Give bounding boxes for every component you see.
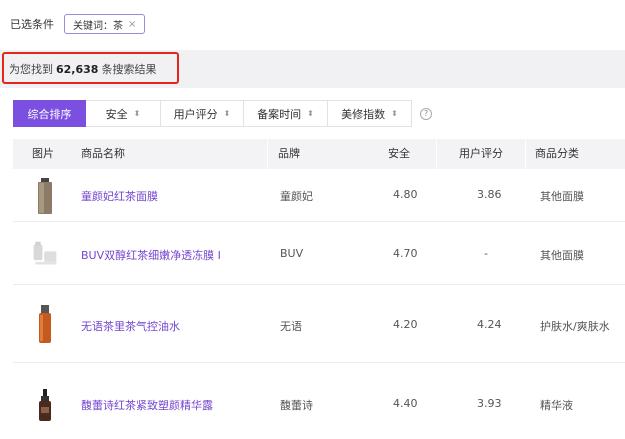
product-name-link[interactable]: BUV双醇红茶细嫩净透冻膜 I [81,247,221,263]
selected-filters: 已选条件 关键词：茶 × [10,12,146,36]
product-name-link[interactable]: 无语茶里茶气控油水 [81,318,180,334]
sort-arrows-icon: ⬍ [307,109,314,118]
sort-arrows-icon: ⬍ [391,109,398,118]
result-prefix: 为您找到 [9,63,53,76]
question-circle-icon[interactable]: ? [420,107,432,120]
product-name-link[interactable]: 馥蕾诗红茶紧致塑颜精华露 [81,397,213,413]
tab-user-rating[interactable]: 用户评分 ⬍ [161,100,244,127]
category-cell: 精华液 [540,399,573,412]
header-user-rating: 用户评分 [459,147,503,160]
bottle-icon [31,304,59,344]
safety-cell: 4.70 [393,247,418,260]
rating-cell: 3.86 [477,188,502,201]
tab-filing-time[interactable]: 备案时间 ⬍ [244,100,328,127]
header-brand: 品牌 [278,147,300,160]
product-name-link[interactable]: 童颜妃红茶面膜 [81,188,158,204]
result-suffix: 条搜索结果 [101,63,157,76]
dropper-bottle-icon [31,385,59,425]
table-header: 图片 商品名称 品牌 安全 用户评分 商品分类 [13,139,625,169]
category-cell: 护肤水/爽肤水 [540,320,610,333]
rating-cell: 4.24 [477,318,502,331]
header-category: 商品分类 [535,147,579,160]
tab-label: 安全 [105,107,128,121]
brand-cell: 无语 [280,320,302,333]
result-count: 62,638 [56,62,99,76]
table-row: BUV双醇红茶细嫩净透冻膜 I BUV 4.70 - 其他面膜 [13,222,625,285]
header-divider [436,139,437,169]
tab-label: 用户评分 [173,107,218,121]
tab-label: 综合排序 [27,107,72,121]
keyword-chip-label: 关键词：茶 [73,20,123,32]
rating-cell: - [484,247,488,260]
result-count-bar: 为您找到 62,638 条搜索结果 [0,50,625,88]
header-divider [525,139,526,169]
safety-cell: 4.80 [393,188,418,201]
selected-filters-label: 已选条件 [10,18,54,31]
brand-cell: 童颜妃 [280,190,313,203]
tab-comprehensive-sort[interactable]: 综合排序 [13,100,86,127]
header-product-name: 商品名称 [81,147,125,160]
sort-tabs: 综合排序 安全 ⬍ 用户评分 ⬍ 备案时间 ⬍ 美修指数 ⬍ ? [13,100,432,127]
header-divider [267,139,268,169]
table-row: 无语茶里茶气控油水 无语 4.20 4.24 护肤水/爽肤水 [13,285,625,363]
sort-arrows-icon: ⬍ [133,109,141,118]
tube-icon [31,176,59,216]
rating-cell: 3.93 [477,397,502,410]
tab-label: 美修指数 [341,107,386,121]
table-row: 童颜妃红茶面膜 童颜妃 4.80 3.86 其他面膜 [13,169,625,222]
category-cell: 其他面膜 [540,249,584,262]
table-row: 馥蕾诗红茶紧致塑颜精华露 馥蕾诗 4.40 3.93 精华液 [13,363,625,439]
header-safety: 安全 [388,147,410,160]
brand-cell: 馥蕾诗 [280,399,313,412]
tab-safety[interactable]: 安全 ⬍ [86,100,161,127]
close-icon[interactable]: × [128,19,136,30]
safety-cell: 4.40 [393,397,418,410]
category-cell: 其他面膜 [540,190,584,203]
safety-cell: 4.20 [393,318,418,331]
sort-arrows-icon: ⬍ [223,109,231,118]
header-image: 图片 [32,147,54,160]
placeholder-image-icon [31,234,59,274]
brand-cell: BUV [280,247,304,260]
tab-meixiu-index[interactable]: 美修指数 ⬍ [328,100,412,127]
tab-label: 备案时间 [257,107,302,121]
keyword-chip[interactable]: 关键词：茶 × [64,14,146,34]
